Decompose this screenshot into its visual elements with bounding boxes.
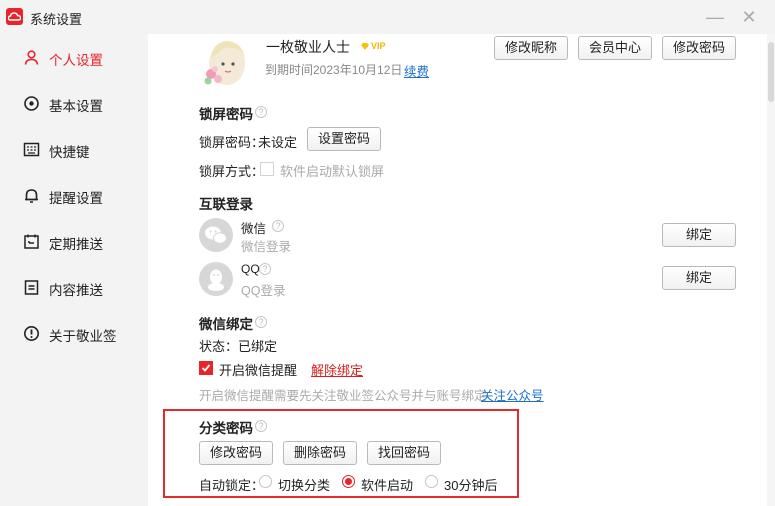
scrollbar-thumb[interactable] (768, 42, 774, 102)
linked-login-section-title: 互联登录 (199, 197, 253, 212)
title-bar: 系统设置 — ✕ (0, 0, 775, 34)
avatar[interactable] (199, 36, 249, 86)
sidebar-item-shortcuts[interactable]: 快捷键 (0, 129, 148, 169)
follow-official-account-link[interactable]: 关注公众号 (481, 385, 544, 404)
delete-category-password-button[interactable]: 删除密码 (283, 441, 357, 465)
expiry-date: 到期时间2023年10月12日 (265, 63, 403, 77)
window-title: 系统设置 (30, 12, 83, 27)
sidebar-item-label: 内容推送 (49, 283, 103, 298)
wechat-login-label: 微信登录 (241, 240, 292, 254)
sidebar-item-label: 基本设置 (49, 99, 103, 114)
calendar-icon (24, 234, 39, 249)
modify-category-password-button[interactable]: 修改密码 (199, 441, 273, 465)
lock-on-startup-checkbox[interactable] (260, 162, 274, 176)
edit-nickname-button[interactable]: 修改昵称 (494, 36, 568, 60)
bind-qq-button[interactable]: 绑定 (662, 266, 736, 290)
qq-login-label: QQ登录 (241, 284, 286, 298)
checkmark-icon (201, 364, 211, 372)
close-button[interactable]: ✕ (738, 6, 760, 28)
wechat-reminder-note: 开启微信提醒需要先关注敬业签公众号并与账号绑定 (199, 389, 487, 403)
sidebar-item-label: 个人设置 (49, 53, 103, 68)
diamond-icon (361, 42, 369, 50)
qq-name: QQ (241, 262, 260, 276)
wechat-icon (199, 218, 233, 252)
sidebar-item-basic-settings[interactable]: 基本设置 (0, 83, 148, 123)
sidebar-item-label: 提醒设置 (49, 191, 103, 206)
renew-link[interactable]: 续费 (404, 61, 429, 80)
lock-on-startup-label: 软件启动默认锁屏 (280, 164, 385, 179)
auto-lock-option-label: 软件启动 (361, 478, 414, 493)
lock-password-status: 未设定 (258, 135, 298, 150)
auto-lock-label: 自动锁定： (199, 478, 265, 493)
sidebar-item-label: 定期推送 (49, 237, 103, 252)
help-icon[interactable]: ? (255, 316, 267, 328)
auto-lock-option-label: 切换分类 (278, 478, 331, 493)
vertical-scrollbar[interactable] (767, 34, 775, 506)
user-icon (24, 50, 39, 65)
bind-wechat-button[interactable]: 绑定 (662, 223, 736, 247)
lock-screen-section-title: 锁屏密码 (199, 107, 253, 122)
sidebar-item-label: 关于敬业签 (49, 329, 117, 344)
info-icon (24, 326, 39, 341)
sidebar-item-about[interactable]: 关于敬业签 (0, 313, 148, 353)
unbind-link[interactable]: 解除绑定 (311, 360, 363, 379)
sidebar-item-content-push[interactable]: 内容推送 (0, 267, 148, 307)
auto-lock-option-label: 30分钟后 (444, 478, 498, 493)
settings-icon (24, 96, 39, 111)
sidebar: 个人设置 基本设置 快捷键 提醒设置 定期推送 内容推送 关于敬业签 (0, 34, 148, 506)
sidebar-item-personal-settings[interactable]: 个人设置 (0, 37, 148, 77)
wechat-reminder-checkbox[interactable] (199, 361, 213, 375)
category-password-section-title: 分类密码 (199, 421, 253, 436)
keyboard-icon (23, 142, 40, 157)
username: 一枚敬业人士 (266, 39, 350, 55)
lock-mode-label: 锁屏方式： (199, 164, 265, 179)
minimize-button[interactable]: — (704, 6, 726, 28)
bell-icon (25, 189, 38, 203)
wechat-name: 微信 (241, 222, 267, 236)
member-center-button[interactable]: 会员中心 (578, 36, 652, 60)
auto-lock-switch-category-radio[interactable] (259, 475, 272, 488)
help-icon[interactable]: ? (272, 220, 284, 232)
sidebar-item-label: 快捷键 (49, 145, 90, 160)
wechat-reminder-label: 开启微信提醒 (219, 363, 298, 378)
vip-label: VIP (371, 41, 386, 51)
app-logo-icon (6, 8, 23, 25)
change-password-button[interactable]: 修改密码 (662, 36, 736, 60)
lock-password-label: 锁屏密码： (199, 135, 265, 150)
wechat-bind-status: 状态：已绑定 (199, 339, 278, 354)
auto-lock-app-start-radio[interactable] (342, 475, 355, 488)
help-icon[interactable]: ? (255, 420, 267, 432)
sidebar-item-scheduled-push[interactable]: 定期推送 (0, 221, 148, 261)
sidebar-item-reminder-settings[interactable]: 提醒设置 (0, 175, 148, 215)
help-icon[interactable]: ? (259, 263, 271, 275)
wechat-bind-section-title: 微信绑定 (199, 317, 253, 332)
recover-category-password-button[interactable]: 找回密码 (367, 441, 441, 465)
set-lock-password-button[interactable]: 设置密码 (307, 127, 381, 151)
help-icon[interactable]: ? (255, 106, 267, 118)
vip-badge: VIP (360, 41, 386, 51)
document-icon (24, 280, 39, 295)
qq-icon (199, 262, 233, 296)
auto-lock-30min-radio[interactable] (425, 475, 438, 488)
